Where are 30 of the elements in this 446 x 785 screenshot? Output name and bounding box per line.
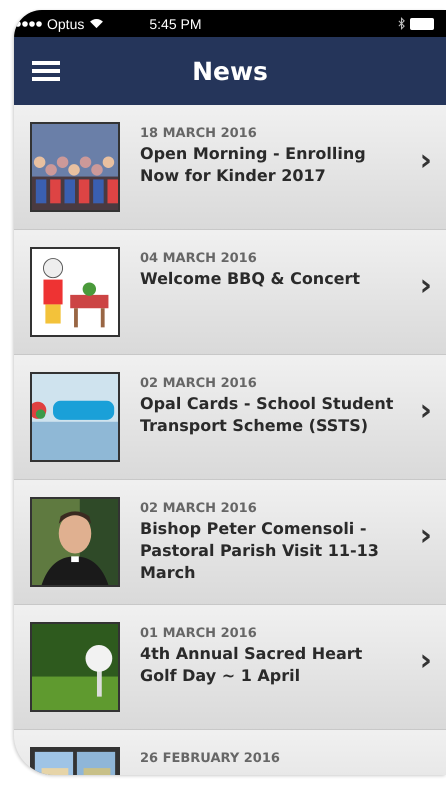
chevron-icon: ›	[420, 643, 432, 678]
news-date: 26 FEBRUARY 2016	[140, 751, 281, 766]
bluetooth-icon	[398, 17, 405, 30]
news-date: 01 MARCH 2016	[140, 626, 258, 641]
chevron-icon: ›	[420, 143, 432, 178]
news-title: Opal Cards - School Student Transport Scheme (SSTS)	[140, 393, 394, 437]
news-title: Bishop Peter Comensoli - Pastoral Parish Visit 11-13 March	[140, 518, 380, 584]
chevron-icon: ›	[420, 268, 432, 303]
news-item[interactable]: 02 MARCH 2016 Opal Cards - School Student Transport Scheme (SSTS) ›	[14, 355, 446, 480]
page-title: News	[192, 56, 268, 86]
news-date: 04 MARCH 2016	[140, 251, 258, 266]
news-item[interactable]: 02 MARCH 2016 Bishop Peter Comensoli - Pastoral Parish Visit 11-13 March ›	[14, 480, 446, 605]
news-title: Open Morning - Enrolling Now for Kinder 2017	[140, 143, 367, 187]
status-time: 5:45 PM	[149, 16, 202, 32]
menu-icon[interactable]	[32, 61, 60, 81]
news-date: 02 MARCH 2016	[140, 376, 258, 391]
carrier-name: Optus	[47, 16, 84, 32]
news-title: Welcome BBQ & Concert	[140, 268, 362, 290]
news-item[interactable]: 26 FEBRUARY 2016	[14, 730, 446, 775]
wifi-icon	[89, 18, 104, 29]
news-item[interactable]: 18 MARCH 2016 Open Morning - Enrolling Now for Kinder 2017 ›	[14, 105, 446, 230]
signal-icon	[14, 20, 42, 26]
news-title: 4th Annual Sacred Heart Golf Day ~ 1 April	[140, 643, 364, 687]
news-item[interactable]: 01 MARCH 2016 4th Annual Sacred Heart Golf Day ~ 1 April ›	[14, 605, 446, 730]
chevron-icon: ›	[420, 393, 432, 428]
battery-icon	[410, 18, 436, 30]
news-date: 18 MARCH 2016	[140, 126, 258, 141]
chevron-icon: ›	[420, 518, 432, 553]
news-item[interactable]: 04 MARCH 2016 Welcome BBQ & Concert ›	[14, 230, 446, 355]
news-date: 02 MARCH 2016	[140, 501, 258, 516]
